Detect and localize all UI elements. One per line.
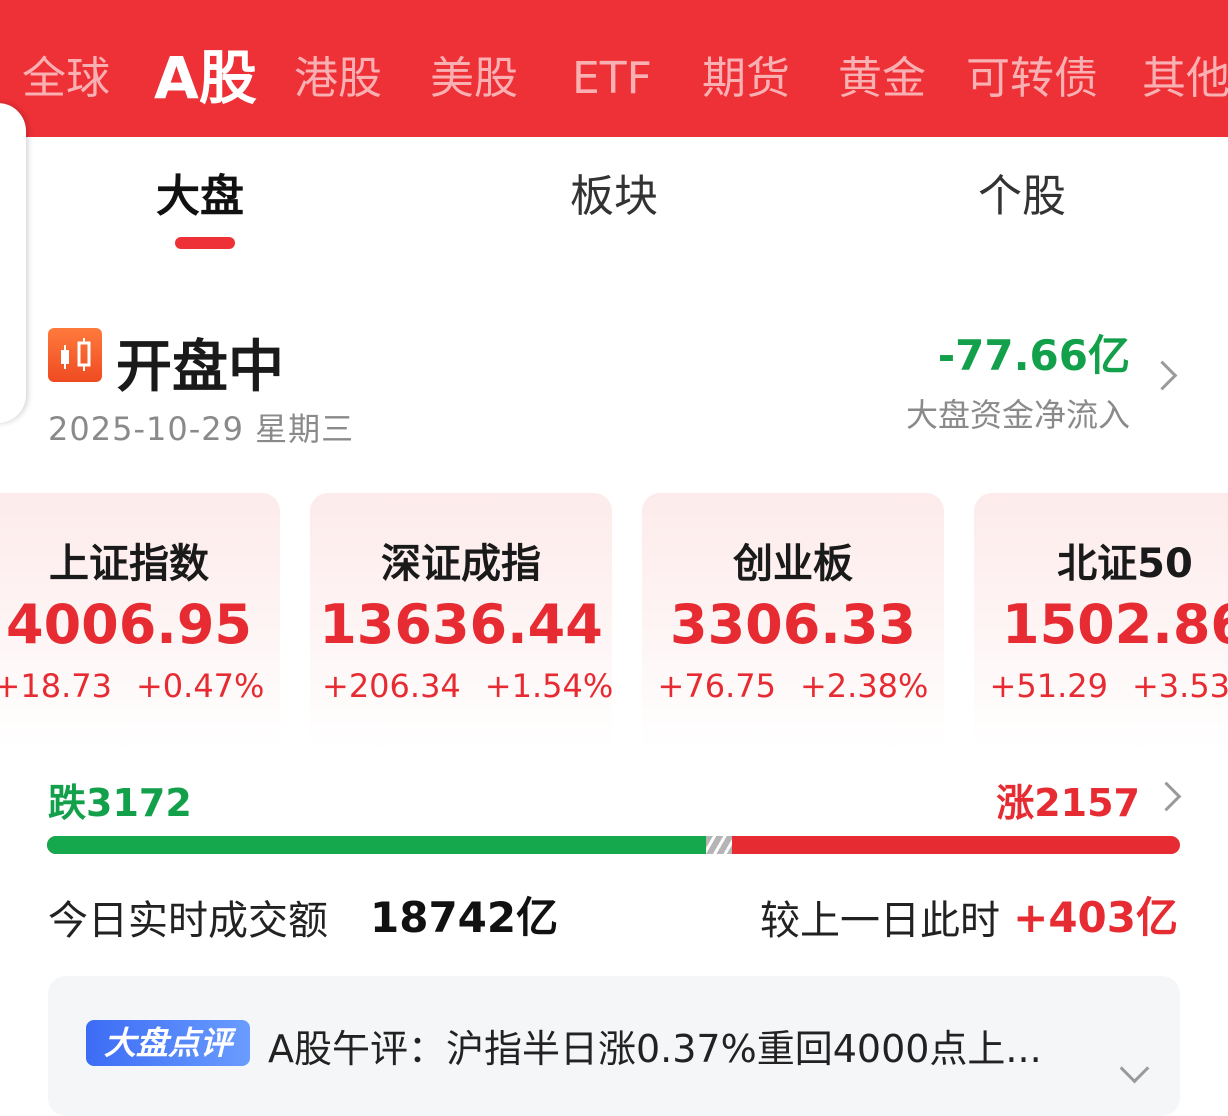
candlestick-icon: [48, 328, 102, 382]
chevron-right-icon[interactable]: [1147, 360, 1178, 391]
breadth-fall-segment: [47, 836, 706, 854]
index-change: +76.75 +2.38%: [642, 667, 944, 705]
index-change: +206.34 +1.54%: [310, 667, 614, 705]
index-value: 4006.95: [6, 593, 252, 656]
breadth-bar[interactable]: [47, 836, 1180, 854]
index-value: 13636.44: [319, 593, 603, 656]
fund-flow-value[interactable]: -77.66亿: [938, 322, 1130, 383]
turnover-value: 18742亿: [370, 893, 559, 942]
index-card-shenzhen[interactable]: 深证成指 13636.44 +206.34 +1.54%: [310, 493, 614, 751]
falling-count[interactable]: 跌3172: [48, 772, 192, 827]
turnover-label: 今日实时成交额: [48, 898, 328, 944]
market-tab-a-share[interactable]: A股: [154, 0, 257, 137]
index-change-abs: +18.73: [0, 667, 112, 705]
market-tab-etf[interactable]: ETF: [572, 0, 652, 137]
market-tab-us[interactable]: 美股: [430, 0, 518, 137]
index-change-abs: +51.29: [989, 667, 1108, 705]
index-value: 3306.33: [670, 593, 916, 656]
index-change-abs: +206.34: [322, 667, 461, 705]
market-tab-bar: 全球 A股 港股 美股 ETF 期货 黄金 可转债 其他: [0, 0, 1228, 137]
commentary-badge: 大盘点评: [86, 1020, 250, 1066]
market-tab-global[interactable]: 全球: [22, 0, 110, 137]
commentary-headline[interactable]: A股午评：沪指半日涨0.37%重回4000点上...: [268, 1018, 1098, 1073]
fund-flow-label[interactable]: 大盘资金净流入: [906, 390, 1130, 436]
index-name: 创业板: [733, 541, 853, 587]
index-card-chinext[interactable]: 创业板 3306.33 +76.75 +2.38%: [642, 493, 944, 751]
turnover-compare-value: +403亿: [1013, 893, 1178, 942]
side-drawer-handle[interactable]: [0, 103, 26, 423]
market-tab-other[interactable]: 其他: [1142, 0, 1228, 137]
index-name: 北证50: [1057, 541, 1193, 587]
tab-sectors[interactable]: 板块: [570, 160, 658, 224]
index-change-pct: +3.53%: [1131, 667, 1228, 705]
index-name: 上证指数: [49, 541, 209, 587]
tab-market-overview[interactable]: 大盘: [156, 160, 244, 224]
chevron-right-icon[interactable]: [1151, 781, 1182, 812]
index-card-shanghai[interactable]: 上证指数 4006.95 +18.73 +0.47%: [0, 493, 280, 751]
market-tab-gold[interactable]: 黄金: [838, 0, 926, 137]
index-value: 1502.86: [1002, 593, 1228, 656]
index-change: +18.73 +0.47%: [0, 667, 280, 705]
market-tab-hk[interactable]: 港股: [294, 0, 382, 137]
index-change-pct: +0.47%: [135, 667, 265, 705]
index-change-pct: +2.38%: [799, 667, 929, 705]
index-name: 深证成指: [381, 541, 541, 587]
index-card-bse50[interactable]: 北证50 1502.86 +51.29 +3.53%: [974, 493, 1228, 751]
active-tab-indicator: [175, 237, 235, 249]
market-status: 开盘中: [116, 335, 284, 400]
turnover-compare-label: 较上一日此时: [760, 898, 1000, 944]
index-change: +51.29 +3.53%: [974, 667, 1228, 705]
market-tab-futures[interactable]: 期货: [702, 0, 790, 137]
index-change-abs: +76.75: [657, 667, 776, 705]
tab-stocks[interactable]: 个股: [978, 160, 1066, 224]
trading-date: 2025-10-29 星期三: [48, 410, 355, 448]
market-tab-convertible[interactable]: 可转债: [966, 0, 1098, 137]
index-change-pct: +1.54%: [484, 667, 614, 705]
breadth-flat-segment: [706, 836, 732, 854]
rising-count[interactable]: 涨2157: [996, 772, 1140, 827]
